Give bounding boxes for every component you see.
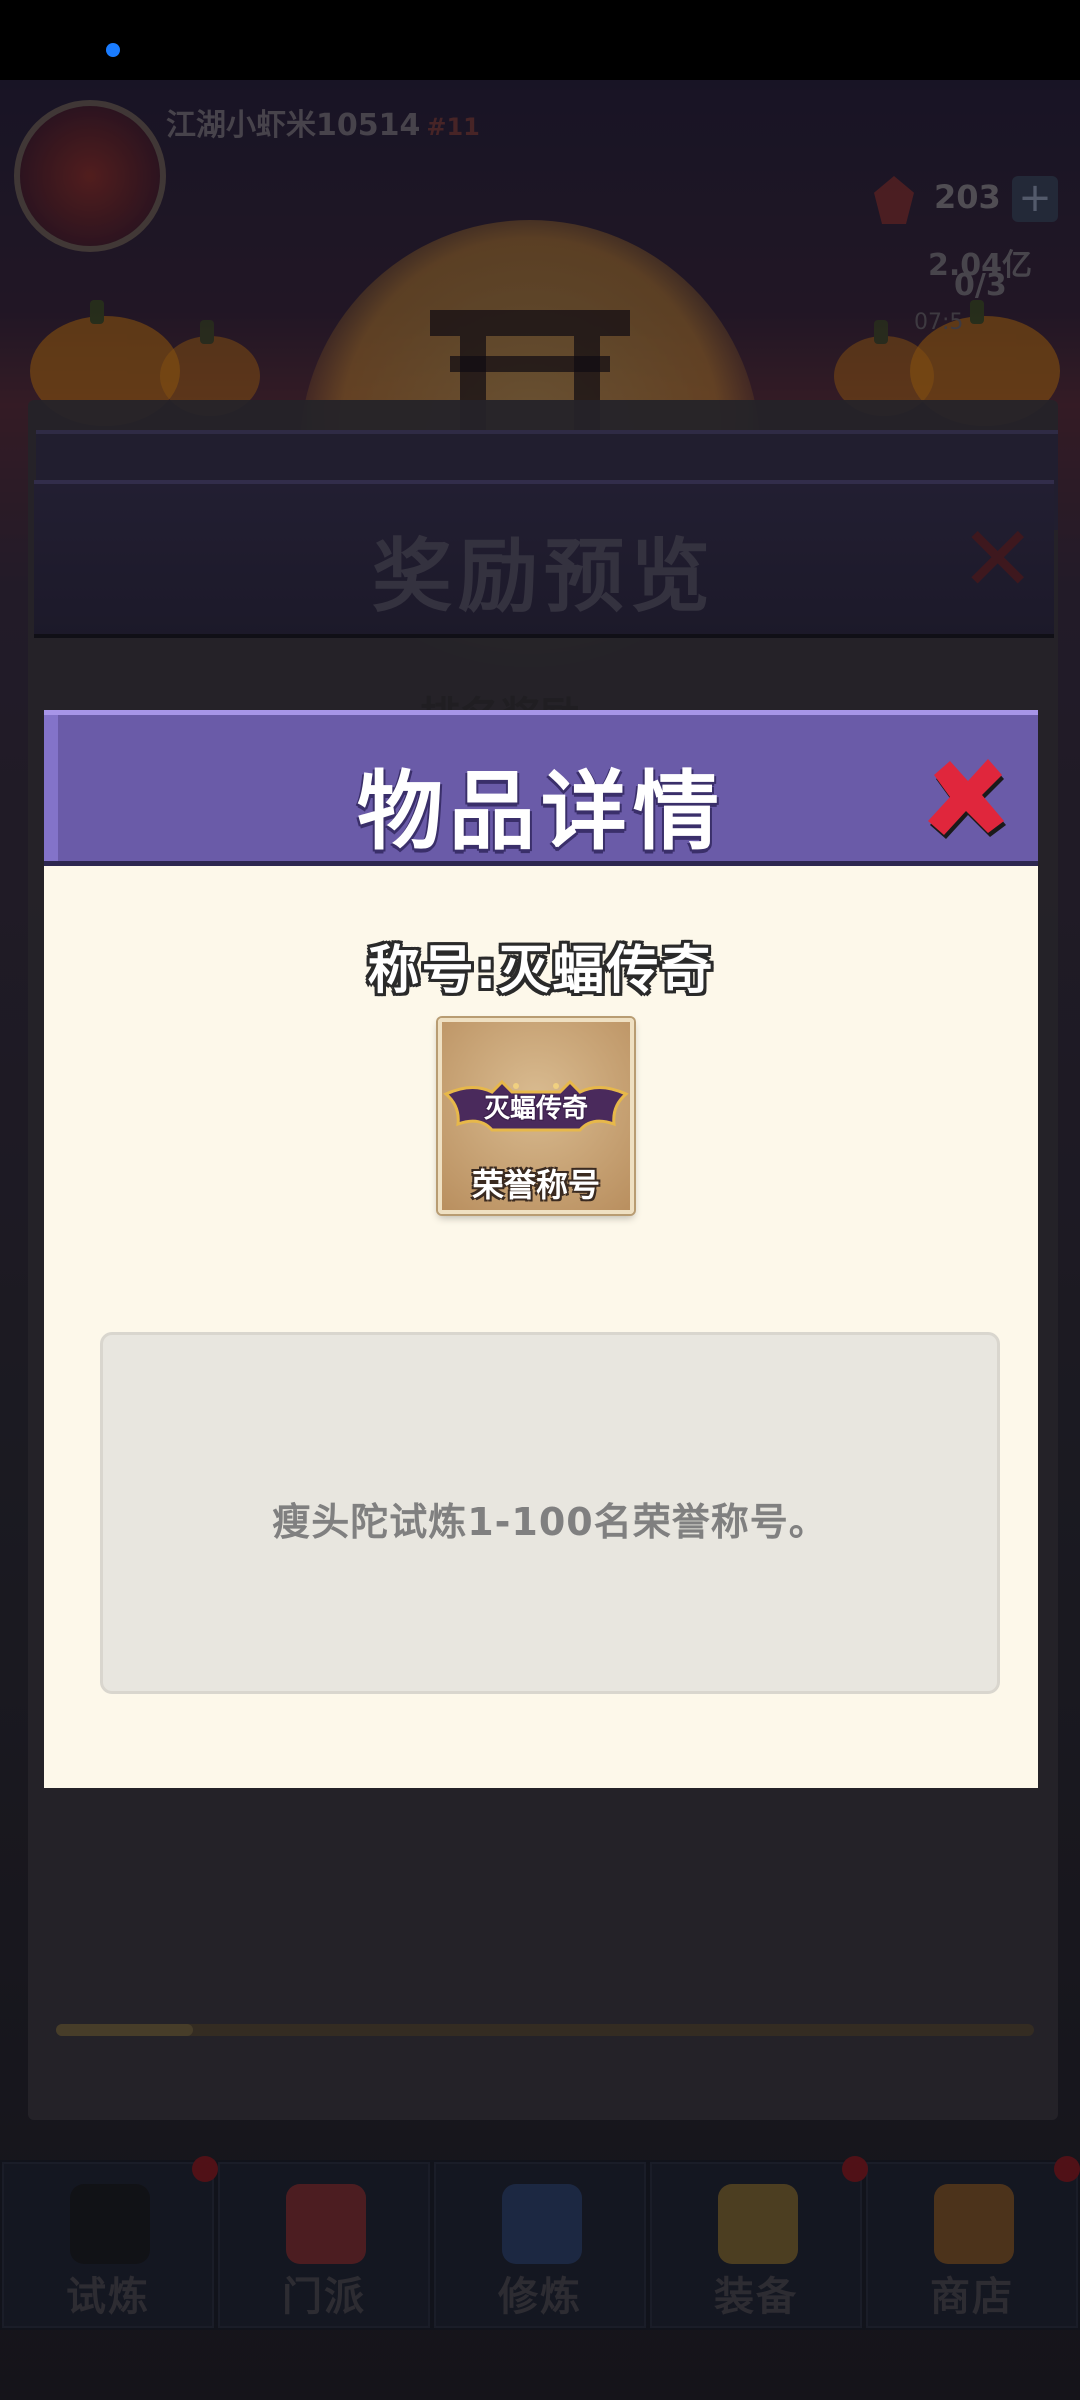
modal-title: 物品详情 [357, 762, 725, 862]
status-bar [0, 0, 1080, 80]
title-badge-text: 灭蝠传奇 [483, 1094, 588, 1124]
modal-body: 称号:灭蝠传奇 灭蝠传奇 荣誉称号 瘦头陀试炼1-100名荣誉称号。 [44, 866, 1038, 1788]
item-description: 瘦头陀试炼1-100名荣誉称号。 [272, 1500, 828, 1544]
item-type-label: 荣誉称号 [471, 1166, 600, 1204]
modal-header: 物品详情 [44, 710, 1038, 866]
title-badge-icon[interactable]: 灭蝠传奇 荣誉称号 [438, 1018, 634, 1214]
item-name: 称号:灭蝠传奇 [367, 941, 715, 1001]
description-box: 瘦头陀试炼1-100名荣誉称号。 [100, 1332, 1000, 1694]
close-icon[interactable] [920, 751, 1010, 841]
item-detail-modal: 物品详情 称号:灭蝠传奇 灭蝠传奇 荣誉称号 瘦头陀试炼1-100名荣誉称号。 [44, 710, 1038, 1788]
notification-dot-icon [106, 43, 120, 57]
